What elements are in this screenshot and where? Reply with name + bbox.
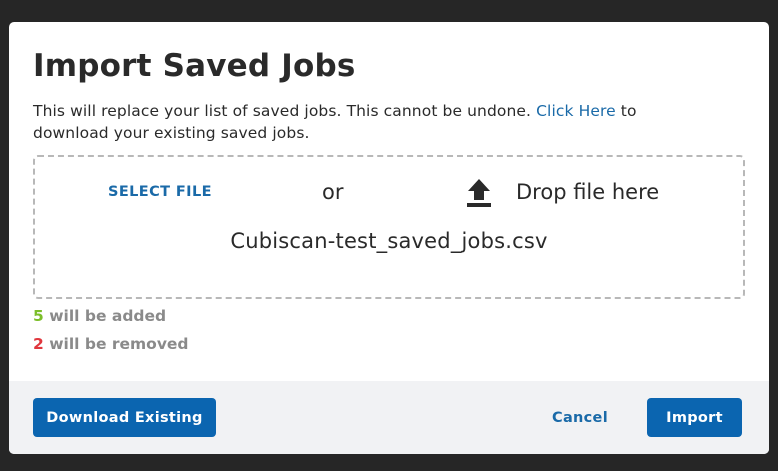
download-existing-button[interactable]: Download Existing [33, 398, 216, 437]
description-text: This will replace your list of saved job… [33, 102, 532, 120]
select-file-button[interactable]: SELECT FILE [108, 184, 212, 200]
drop-file-text: Drop file here [516, 180, 660, 204]
download-existing-link[interactable]: Click Here [536, 102, 616, 120]
or-separator: or [322, 180, 344, 204]
description-suffix-1: to [620, 102, 637, 120]
dialog-footer: Download Existing Cancel Import [9, 381, 769, 454]
cancel-button[interactable]: Cancel [531, 398, 629, 437]
import-button[interactable]: Import [647, 398, 742, 437]
dialog-description: This will replace your list of saved job… [33, 100, 733, 144]
import-dialog: Import Saved Jobs This will replace your… [9, 22, 769, 454]
file-dropzone[interactable]: SELECT FILE or Drop file here Cubiscan-t… [33, 155, 745, 299]
removed-label: will be removed [49, 335, 189, 353]
dialog-title: Import Saved Jobs [33, 48, 356, 84]
upload-icon [467, 179, 491, 207]
added-count: 5 [33, 307, 44, 325]
removed-summary: 2 will be removed [33, 335, 189, 353]
description-suffix-2: download your existing saved jobs. [33, 124, 310, 142]
selected-filename: Cubiscan-test_saved_jobs.csv [230, 229, 548, 253]
added-summary: 5 will be added [33, 307, 166, 325]
removed-count: 2 [33, 335, 44, 353]
added-label: will be added [49, 307, 167, 325]
